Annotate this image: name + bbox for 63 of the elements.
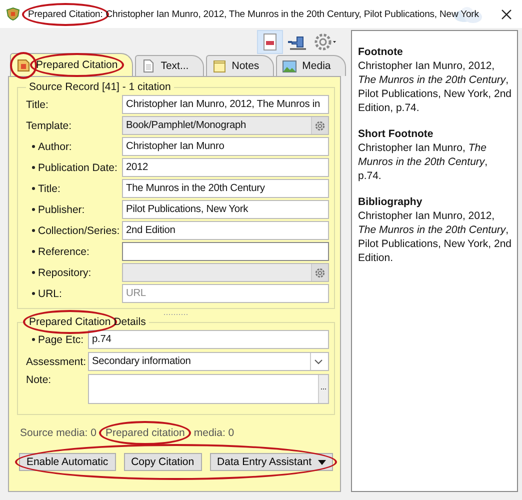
field-label: Reference: bbox=[38, 246, 90, 258]
input-field[interactable]: p.74 bbox=[88, 330, 329, 349]
certificate-icon bbox=[16, 58, 31, 72]
window-title: Prepared Citation: bbox=[28, 8, 103, 20]
input-field[interactable]: Christopher Ian Munro bbox=[122, 137, 329, 156]
group-title: Source Record [41] - 1 citation bbox=[28, 81, 172, 93]
gear-icon bbox=[314, 266, 326, 278]
group-title: Prepared Citation bbox=[29, 316, 111, 328]
status-text: Prepared citation bbox=[105, 427, 185, 439]
citation-text: Christopher Ian Munro, 2012, The Munros in the 20th Century, Pilot Publications, New York, 2nd Edition. bbox=[358, 209, 513, 265]
input-field[interactable]: 2nd Edition bbox=[122, 221, 329, 240]
dropdown-button[interactable] bbox=[310, 353, 325, 370]
shield-icon bbox=[6, 7, 20, 21]
field-label: Title: bbox=[38, 182, 60, 194]
gear-icon bbox=[314, 120, 326, 132]
citation-heading: Bibliography bbox=[358, 195, 424, 209]
field-label: Note: bbox=[26, 374, 52, 386]
caret-down-icon bbox=[318, 460, 326, 464]
tab-label[interactable]: Media bbox=[302, 60, 331, 72]
field-label: URL: bbox=[38, 288, 62, 300]
tab[interactable]: Text... bbox=[134, 55, 204, 76]
dropdown-button[interactable]: Data Entry Assistant bbox=[210, 453, 334, 471]
citation-heading: Footnote bbox=[358, 45, 404, 59]
document-icon bbox=[140, 58, 156, 74]
splitter-grip[interactable] bbox=[164, 313, 188, 316]
document-icon bbox=[262, 33, 278, 51]
field-label: Title: bbox=[26, 98, 48, 110]
button[interactable]: Enable Automatic bbox=[19, 453, 116, 471]
input-field[interactable]: The Munros in the 20th Century bbox=[122, 179, 329, 198]
note-field[interactable] bbox=[88, 374, 329, 404]
citation-text: Christopher Ian Munro, 2012, The Munros in the 20th Century, Pilot Publications, New York, 2nd Edition, p.74. bbox=[358, 59, 513, 115]
settings-button[interactable] bbox=[311, 264, 328, 281]
input-field[interactable]: 2012 bbox=[122, 158, 329, 177]
field-label: Publisher: bbox=[38, 204, 85, 216]
dropdown[interactable]: Secondary information bbox=[88, 352, 329, 371]
status-text: Source media: 0 bbox=[20, 427, 96, 439]
chevron-down-icon bbox=[314, 358, 322, 364]
tab-label[interactable]: Text... bbox=[160, 60, 189, 72]
field-label: Assessment: bbox=[26, 356, 86, 368]
input-field[interactable]: Pilot Publications, New York bbox=[122, 200, 329, 219]
tab[interactable]: Notes bbox=[206, 55, 274, 76]
input-field[interactable]: Christopher Ian Munro, 2012, The Munros in bbox=[122, 95, 329, 114]
tab-label[interactable]: Notes bbox=[232, 60, 260, 72]
button[interactable]: Copy Citation bbox=[124, 453, 202, 471]
settings-button[interactable] bbox=[311, 117, 328, 134]
field-label: Author: bbox=[38, 140, 72, 152]
field-label: Publication Date: bbox=[38, 162, 118, 174]
template-field[interactable] bbox=[122, 263, 329, 282]
input-field[interactable]: URL bbox=[122, 284, 329, 303]
image-icon bbox=[282, 58, 298, 74]
gear-icon[interactable] bbox=[313, 32, 339, 52]
field-label: Repository: bbox=[38, 266, 92, 278]
note-icon bbox=[212, 58, 227, 74]
field-label: Page Etc: bbox=[38, 334, 84, 346]
input-field[interactable] bbox=[122, 242, 329, 261]
citation-heading: Short Footnote bbox=[358, 127, 434, 141]
citation-text: Christopher Ian Munro, The Munros in the 20th Century, p.74. bbox=[358, 141, 489, 183]
template-field[interactable]: Book/Pamphlet/Monograph bbox=[122, 116, 329, 135]
citation-view-button[interactable] bbox=[257, 30, 283, 54]
tab[interactable]: Media bbox=[276, 55, 346, 76]
field-label: Template: bbox=[26, 120, 72, 132]
field-label: Collection/Series: bbox=[38, 224, 120, 236]
status-text: media: 0 bbox=[194, 427, 234, 439]
